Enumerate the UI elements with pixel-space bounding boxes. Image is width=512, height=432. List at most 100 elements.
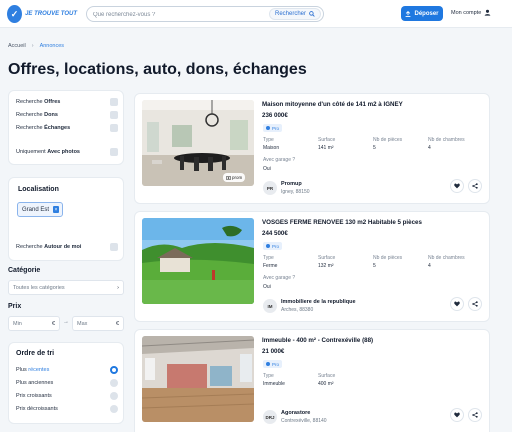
listing-title[interactable]: Maison mitoyenne d'un côté de 141 m2 à I… xyxy=(262,101,403,108)
attr-surface-value: 132 m² xyxy=(318,263,334,269)
listing-card[interactable]: VOSGES FERME RENOVEE 130 m2 Habitable 5 … xyxy=(134,211,490,322)
location-panel: Localisation Recherche Autour de moi xyxy=(8,177,124,261)
favorite-button[interactable] xyxy=(450,179,464,193)
search-icon xyxy=(309,11,315,17)
seller-location: Arches, 88380 xyxy=(281,307,314,313)
filter-offers-checkbox[interactable] xyxy=(110,98,118,106)
attr-bedrooms-value: 4 xyxy=(428,263,431,269)
attr-garage-label: Avec garage ? xyxy=(263,275,296,281)
sort-option-price-asc-label: Prix croissants xyxy=(16,393,52,399)
attr-surface-label: Surface xyxy=(318,137,336,143)
attr-garage-value: Oui xyxy=(263,166,271,172)
price-min-placeholder: Min xyxy=(13,320,22,327)
attr-garage-value: Oui xyxy=(263,284,271,290)
search-input[interactable] xyxy=(93,9,263,20)
logo-mark-icon: ✓ xyxy=(7,5,23,23)
attr-type-value: Maison xyxy=(263,145,280,151)
ad-type-filter-panel: Recherche Offres Recherche Dons Recherch… xyxy=(8,90,124,165)
pro-badge-icon xyxy=(266,126,270,130)
favorite-button[interactable] xyxy=(450,408,464,422)
site-logo[interactable]: ✓ JE TROUVE TOUT xyxy=(7,5,77,23)
post-ad-button[interactable]: Déposer xyxy=(401,6,443,21)
around-me-label: Recherche Autour de moi xyxy=(16,244,82,250)
filter-photos-checkbox[interactable] xyxy=(110,148,118,156)
sort-panel: Ordre de tri Plus récentes Plus ancienne… xyxy=(8,342,124,424)
listing-price: 244 500€ xyxy=(262,230,288,237)
attr-type-label: Type xyxy=(263,255,274,261)
heart-icon xyxy=(454,183,460,189)
attr-rooms-label: Nb de pièces xyxy=(373,255,403,261)
filter-photos-label: Uniquement Avec photos xyxy=(16,149,80,155)
chevron-right-icon: › xyxy=(117,284,119,291)
sort-option-recent-radio[interactable] xyxy=(110,366,118,374)
sort-title: Ordre de tri xyxy=(16,350,55,357)
share-icon xyxy=(472,183,478,189)
attr-type-value: Immeuble xyxy=(263,381,285,387)
attr-type-label: Type xyxy=(263,373,274,379)
pro-badge: Pro xyxy=(263,242,283,250)
seller-name[interactable]: Promup xyxy=(281,181,302,187)
favorite-button[interactable] xyxy=(450,297,464,311)
pro-badge-icon xyxy=(266,362,270,366)
share-button[interactable] xyxy=(468,179,482,193)
search-button[interactable]: Rechercher xyxy=(268,8,321,20)
attr-bedrooms-label: Nb de chambres xyxy=(428,255,465,261)
seller-avatar[interactable]: PR xyxy=(263,181,277,195)
listing-price: 21 000€ xyxy=(262,348,285,355)
attr-surface-label: Surface xyxy=(318,255,336,261)
account-label: Mon compte xyxy=(451,9,482,16)
attr-bedrooms-label: Nb de chambres xyxy=(428,137,465,143)
listing-title[interactable]: Immeuble - 400 m² - Contrexéville (88) xyxy=(262,337,373,344)
seller-name[interactable]: Agorastore xyxy=(281,410,310,416)
share-icon xyxy=(472,412,478,418)
search-bar: Rechercher xyxy=(86,6,324,22)
attr-bedrooms-value: 4 xyxy=(428,145,431,151)
pro-badge: Pro xyxy=(263,124,283,132)
attr-rooms-label: Nb de pièces xyxy=(373,137,403,143)
category-select[interactable]: Toutes les catégories › xyxy=(8,280,124,295)
breadcrumb-home[interactable]: Accueil xyxy=(8,43,26,49)
around-me-checkbox[interactable] xyxy=(110,243,118,251)
listing-photo[interactable] xyxy=(142,218,254,304)
sort-option-oldest-radio[interactable] xyxy=(110,379,118,387)
filter-echanges-checkbox[interactable] xyxy=(110,124,118,132)
region-chip[interactable]: Grand Est × xyxy=(17,202,64,217)
sort-option-price-desc-label: Prix décroissants xyxy=(16,406,58,412)
seller-name[interactable]: Immobiliere de la republique xyxy=(281,299,356,305)
filter-dons-checkbox[interactable] xyxy=(110,111,118,119)
seller-avatar[interactable]: DRJ xyxy=(263,410,277,424)
attr-rooms-value: 5 xyxy=(373,263,376,269)
listing-title[interactable]: VOSGES FERME RENOVEE 130 m2 Habitable 5 … xyxy=(262,219,422,226)
user-icon xyxy=(484,9,491,16)
photo-count-tag: prom xyxy=(223,173,246,182)
listing-card[interactable]: Immeuble - 400 m² - Contrexéville (88) 2… xyxy=(134,329,490,432)
price-max-input[interactable]: Max € xyxy=(72,316,124,331)
category-select-value: Toutes les catégories xyxy=(13,284,65,291)
category-title: Catégorie xyxy=(8,267,41,274)
logo-text: JE TROUVE TOUT xyxy=(25,10,77,17)
sort-option-oldest-label: Plus anciennes xyxy=(16,380,54,386)
pro-badge: Pro xyxy=(263,360,283,368)
account-menu[interactable]: Mon compte xyxy=(451,9,491,16)
share-button[interactable] xyxy=(468,297,482,311)
remove-region-icon[interactable]: × xyxy=(53,206,60,213)
price-max-currency: € xyxy=(115,320,119,327)
chevron-right-icon: › xyxy=(31,43,34,49)
attr-surface-value: 141 m² xyxy=(318,145,334,151)
listing-card[interactable]: prom Maison mitoyenne d'un côté de 141 m… xyxy=(134,93,490,204)
price-max-placeholder: Max xyxy=(77,320,88,327)
sort-option-price-desc-radio[interactable] xyxy=(110,405,118,413)
share-button[interactable] xyxy=(468,408,482,422)
price-min-input[interactable]: Min € xyxy=(8,316,60,331)
heart-icon xyxy=(454,301,460,307)
listing-photo[interactable] xyxy=(142,336,254,422)
price-title: Prix xyxy=(8,303,22,310)
attr-rooms-value: 5 xyxy=(373,145,376,151)
filter-offers-label: Recherche Offres xyxy=(16,99,61,105)
breadcrumb-current[interactable]: Annonces xyxy=(40,43,64,49)
seller-avatar[interactable]: IM xyxy=(263,299,277,313)
search-button-label: Rechercher xyxy=(274,11,306,17)
sort-option-recent-label: Plus récentes xyxy=(16,367,50,373)
share-icon xyxy=(472,301,478,307)
sort-option-price-asc-radio[interactable] xyxy=(110,392,118,400)
